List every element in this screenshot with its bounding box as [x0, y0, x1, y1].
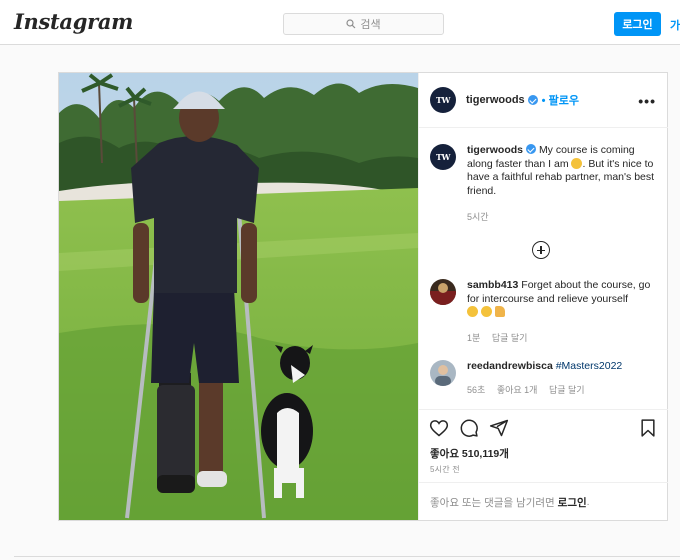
laugh-emoji-icon: [467, 306, 478, 317]
grin-emoji-icon: [480, 306, 492, 317]
verified-badge-icon: [527, 95, 538, 105]
comment-reply-button[interactable]: 답글 달기: [549, 385, 585, 395]
comment-meta: 1분 답글 달기: [467, 331, 536, 344]
caption-username[interactable]: tigerwoods: [467, 144, 523, 156]
login-button[interactable]: 로그인: [614, 12, 661, 36]
top-navigation-bar: Instagram 검색 로그인 가입하기: [0, 0, 680, 45]
instagram-logo[interactable]: Instagram: [14, 9, 133, 34]
author-avatar[interactable]: TW: [430, 87, 456, 113]
comment-likes-count[interactable]: 좋아요 1개: [497, 385, 538, 395]
search-icon: [346, 19, 356, 29]
share-icon[interactable]: [489, 418, 509, 438]
post-photo[interactable]: [59, 73, 418, 520]
more-options-icon[interactable]: •••: [638, 93, 656, 109]
post-header: TW tigerwoods • 팔로우 •••: [419, 73, 668, 128]
post-actions: 좋아요 510,119개 5시간 전 좋아요 또는 댓글을 남기려면 로그인.: [419, 409, 668, 520]
post-sidebar: TW tigerwoods • 팔로우 ••• TW tigerwoods My…: [418, 73, 668, 520]
comment-item: sambb413 Forget about the course, go for…: [430, 279, 660, 320]
comment-time: 1분: [467, 333, 481, 343]
post-timestamp: 5시간 전: [430, 465, 460, 474]
action-icons: [429, 418, 509, 438]
commenter-avatar[interactable]: [430, 360, 456, 386]
caption-verified-icon: [526, 144, 537, 154]
caption-time: 5시간: [467, 212, 489, 222]
footer-divider: [14, 556, 680, 557]
login-prompt: 좋아요 또는 댓글을 남기려면 로그인.: [419, 482, 668, 521]
likes-count[interactable]: 좋아요 510,119개: [430, 446, 509, 461]
follow-button[interactable]: • 팔로우: [542, 92, 579, 108]
login-prompt-suffix: .: [586, 496, 590, 508]
login-prompt-text: 좋아요 또는 댓글을 남기려면: [430, 496, 555, 509]
login-link[interactable]: 로그인: [558, 495, 587, 510]
comment-username[interactable]: sambb413: [467, 279, 518, 291]
comment-time: 56초: [467, 385, 486, 395]
post-card: TW tigerwoods • 팔로우 ••• TW tigerwoods My…: [58, 72, 668, 521]
comment-reply-button[interactable]: 답글 달기: [492, 333, 528, 343]
golf-course-photo: [59, 73, 418, 520]
search-input[interactable]: 검색: [283, 13, 444, 35]
follow-label: 팔로우: [548, 95, 579, 107]
caption-author-avatar[interactable]: TW: [430, 144, 456, 170]
commenter-avatar[interactable]: [430, 279, 456, 305]
comment-icon[interactable]: [459, 418, 479, 438]
author-username[interactable]: tigerwoods: [466, 94, 525, 106]
comment-body: sambb413 Forget about the course, go for…: [467, 279, 660, 320]
caption-text: tigerwoods My course is coming along fas…: [467, 144, 660, 198]
search-placeholder: 검색: [360, 19, 381, 31]
comments-section: TW tigerwoods My course is coming along …: [419, 129, 668, 409]
heart-icon[interactable]: [429, 418, 449, 438]
comment-username[interactable]: reedandrewbisca: [467, 360, 553, 372]
bookmark-icon[interactable]: [638, 418, 658, 438]
thumbs-up-emoji-icon: [494, 306, 505, 317]
load-more-comments-icon[interactable]: [532, 241, 550, 259]
commenter-avatar-image: [430, 279, 456, 305]
caption: TW tigerwoods My course is coming along …: [430, 144, 660, 198]
author-avatar-monogram: TW: [436, 95, 450, 105]
commenter-avatar-image: [430, 360, 456, 386]
comment-meta: 56초 좋아요 1개 답글 달기: [467, 383, 594, 396]
smile-emoji-icon: [571, 157, 583, 169]
signup-link[interactable]: 가입하기: [670, 17, 680, 33]
comment-hashtag-link[interactable]: #Masters2022: [556, 360, 623, 372]
caption-avatar-monogram: TW: [436, 152, 450, 162]
